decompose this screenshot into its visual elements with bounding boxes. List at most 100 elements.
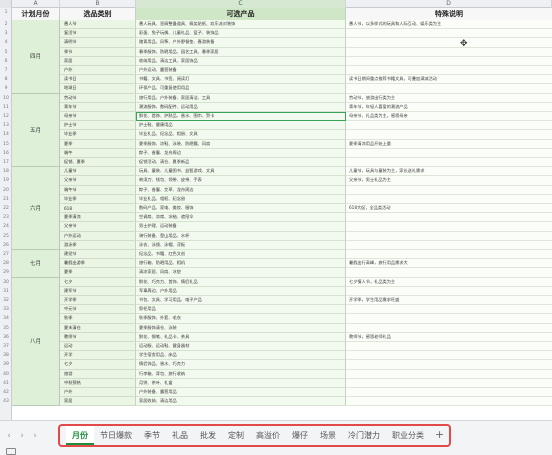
sheet-tab[interactable]: 高溢价 <box>250 426 286 445</box>
note-cell[interactable] <box>346 148 552 158</box>
column-header-c[interactable]: C <box>136 0 346 8</box>
sheet-tab[interactable]: 批发 <box>194 426 222 445</box>
category-cell[interactable]: 旅游 <box>60 369 136 379</box>
add-sheet-button[interactable]: + <box>430 426 449 445</box>
product-cell[interactable]: 纪念品、书籍、红色文创 <box>136 250 346 260</box>
month-cell[interactable]: 四月 <box>12 20 60 94</box>
product-cell[interactable]: 书籍、文具、书签、阅读灯 <box>136 75 346 85</box>
row-number[interactable]: 5 <box>0 50 11 55</box>
product-cell[interactable]: 清凉家居、风扇、冰垫 <box>136 268 346 278</box>
product-cell[interactable]: 男士护理、运动装备 <box>136 222 346 232</box>
category-cell[interactable]: 开学 <box>60 351 136 361</box>
product-cell[interactable]: 夏季服饰清仓、泳装 <box>136 323 346 333</box>
category-cell[interactable]: 劳动节 <box>60 93 136 103</box>
row-number[interactable]: 43 <box>0 399 11 404</box>
category-cell[interactable]: 季节 <box>60 47 136 57</box>
note-cell[interactable] <box>346 342 552 352</box>
last-sheet-icon[interactable]: › <box>30 429 40 443</box>
note-cell[interactable] <box>346 66 552 76</box>
row-number[interactable]: 10 <box>0 96 11 101</box>
note-cell[interactable]: 七夕情人节，礼品类为主 <box>346 277 552 287</box>
sheet-tab[interactable]: 礼品 <box>166 426 194 445</box>
category-cell[interactable]: 户外运动 <box>60 231 136 241</box>
row-number[interactable]: 17 <box>0 160 11 165</box>
note-cell[interactable]: 劳动节，旅游出行类为主 <box>346 93 552 103</box>
category-cell[interactable]: 端午节 <box>60 185 136 195</box>
category-cell[interactable]: 户外 <box>60 66 136 76</box>
sheet-tab[interactable]: 季节 <box>138 426 166 445</box>
row-number[interactable]: 6 <box>0 59 11 64</box>
product-cell[interactable]: 书包、文具、学习用品、电子产品 <box>136 296 346 306</box>
note-cell[interactable] <box>346 323 552 333</box>
note-cell[interactable] <box>346 185 552 195</box>
sheet-tab[interactable]: 月份 <box>66 426 94 445</box>
note-cell[interactable] <box>346 378 552 388</box>
product-cell[interactable]: 空调扇、凉席、冰袖、遮阳伞 <box>136 213 346 223</box>
product-cell[interactable]: 月饼、茶叶、礼盒 <box>136 378 346 388</box>
product-cell[interactable]: 鲜花、巧克力、首饰、情侣礼品 <box>136 277 346 287</box>
row-number[interactable]: 22 <box>0 206 11 211</box>
category-cell[interactable]: 地球日 <box>60 84 136 94</box>
row-number[interactable]: 39 <box>0 362 11 367</box>
category-cell[interactable]: 毕业季 <box>60 194 136 204</box>
row-number[interactable]: 12 <box>0 114 11 119</box>
product-cell[interactable]: 收纳用品、清洁工具、家居饰品 <box>136 56 346 66</box>
note-cell[interactable]: 青年节，年轻人喜爱的潮流产品 <box>346 102 552 112</box>
note-cell[interactable] <box>346 351 552 361</box>
product-cell[interactable]: 户外装备、露营用品 <box>136 388 346 398</box>
category-cell[interactable]: 读书日 <box>60 75 136 85</box>
row-number[interactable]: 13 <box>0 123 11 128</box>
sheet-grid[interactable]: 计划月份 选品类别 可选产品 特殊说明 四月 五月 六月 七月 八月 愚人节 愚人玩具、恶搞… <box>12 8 552 420</box>
category-cell[interactable]: 青年节 <box>60 102 136 112</box>
column-header-b[interactable]: B <box>60 0 136 8</box>
product-cell[interactable]: 旅行用品、户外装备、家居清洁、工具 <box>136 93 346 103</box>
row-number[interactable]: 23 <box>0 215 11 220</box>
header-products[interactable]: 可选产品 <box>136 8 346 20</box>
note-cell[interactable] <box>346 231 552 241</box>
product-cell[interactable]: 数码产品、家电、美妆、服饰 <box>136 204 346 214</box>
note-cell[interactable] <box>346 84 552 94</box>
row-number[interactable]: 4 <box>0 40 11 45</box>
select-all-corner[interactable] <box>0 0 12 8</box>
row-number[interactable]: 7 <box>0 68 11 73</box>
category-cell[interactable]: 开学季 <box>60 296 136 306</box>
sheet-tab[interactable]: 职业分类 <box>386 426 430 445</box>
category-cell[interactable]: 父亲节 <box>60 222 136 232</box>
row-number[interactable]: 25 <box>0 234 11 239</box>
note-cell[interactable] <box>346 47 552 57</box>
product-cell[interactable]: 潮流服饰、数码配件、运动用品 <box>136 102 346 112</box>
category-cell[interactable]: 儿童节 <box>60 167 136 177</box>
row-number[interactable]: 29 <box>0 270 11 275</box>
sheet-tab[interactable]: 定制 <box>222 426 250 445</box>
column-header-d[interactable]: D <box>346 0 552 8</box>
note-cell[interactable] <box>346 29 552 39</box>
product-cell[interactable]: 环保产品、可重复使用用品 <box>136 84 346 94</box>
product-cell[interactable]: 祭祀用品 <box>136 305 346 315</box>
prev-sheet-icon[interactable]: ‹ <box>4 429 14 443</box>
row-number[interactable]: 24 <box>0 224 11 229</box>
note-cell[interactable]: 儿童节，玩具与童装为主，家长送礼需求 <box>346 167 552 177</box>
row-number[interactable]: 40 <box>0 372 11 377</box>
product-cell[interactable]: 秋季服饰、外套、毛衣 <box>136 314 346 324</box>
product-cell[interactable]: 剃须刀、钱包、领带、皮带、手表 <box>136 176 346 186</box>
category-cell[interactable]: 家居 <box>60 397 136 407</box>
category-cell[interactable]: 毕业季 <box>60 130 136 140</box>
category-cell[interactable]: 家居 <box>60 56 136 66</box>
product-cell[interactable]: 骑行装备、登山用品、水杯 <box>136 231 346 241</box>
category-cell[interactable]: 夏末清仓 <box>60 323 136 333</box>
note-cell[interactable] <box>346 286 552 296</box>
product-cell[interactable]: 夏季服饰、凉鞋、泳装、防晒霜、风扇 <box>136 139 346 149</box>
note-cell[interactable] <box>346 268 552 278</box>
product-cell[interactable]: 学生宿舍用品、床品 <box>136 351 346 361</box>
category-cell[interactable]: 七夕 <box>60 360 136 370</box>
category-cell[interactable]: 建军节 <box>60 286 136 296</box>
note-cell[interactable] <box>346 388 552 398</box>
note-cell[interactable] <box>346 158 552 168</box>
next-sheet-icon[interactable]: › <box>17 429 27 443</box>
product-cell[interactable]: 毕业礼品、相框、纪念册 <box>136 194 346 204</box>
note-cell[interactable] <box>346 213 552 223</box>
product-cell[interactable]: 愚人玩具、恶搞整蛊道具、搞笑贴纸、欢乐派对装饰 <box>136 20 346 30</box>
note-cell[interactable] <box>346 250 552 260</box>
category-cell[interactable]: 运动 <box>60 342 136 352</box>
category-cell[interactable]: 中元节 <box>60 305 136 315</box>
